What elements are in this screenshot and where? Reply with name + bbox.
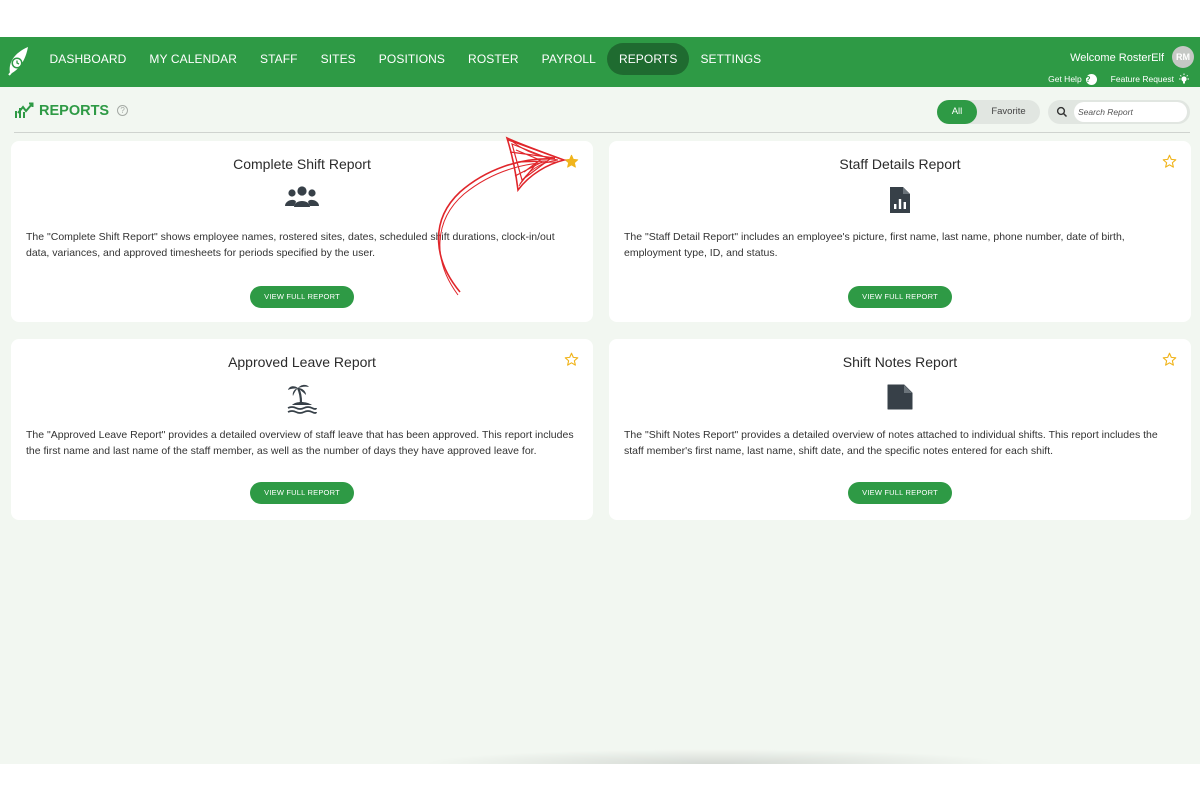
file-chart-icon [882, 185, 918, 215]
report-card-shift-notes: Shift Notes Report The "Shift Notes Repo… [609, 339, 1191, 520]
feature-request-label: Feature Request [1110, 74, 1174, 84]
nav-item-payroll[interactable]: PAYROLL [530, 43, 607, 75]
report-card-staff-details: Staff Details Report The "Staff Detail R… [609, 141, 1191, 322]
nav-item-settings[interactable]: SETTINGS [689, 43, 773, 75]
question-circle-icon: ? [1085, 73, 1097, 85]
report-card-approved-leave: Approved Leave Report The "Approved Leav… [11, 339, 593, 520]
report-title: Approved Leave Report [228, 354, 376, 370]
help-links: Get Help ? Feature Request [1048, 73, 1190, 85]
title-row: REPORTS ? All Favorite [0, 87, 1200, 132]
nav-item-positions[interactable]: POSITIONS [367, 43, 456, 75]
chart-growth-icon [15, 102, 34, 118]
report-title: Shift Notes Report [842, 354, 958, 370]
view-full-report-button[interactable]: VIEW FULL REPORT [848, 482, 952, 504]
bottom-shadow [420, 749, 1010, 764]
filter-all-button[interactable]: All [937, 100, 977, 124]
report-description: The "Complete Shift Report" shows employ… [26, 231, 555, 259]
page-title: REPORTS ? [14, 102, 129, 119]
lightbulb-icon [1179, 73, 1189, 84]
nav-item-roster[interactable]: ROSTER [457, 43, 531, 75]
page-title-text: REPORTS [39, 102, 110, 119]
view-full-report-button[interactable]: VIEW FULL REPORT [250, 482, 354, 504]
filter-toggle: All Favorite [937, 100, 1040, 124]
top-navbar: DASHBOARD MY CALENDAR STAFF SITES POSITI… [0, 37, 1200, 87]
report-description: The "Approved Leave Report" provides a d… [26, 429, 574, 457]
report-description: The "Staff Detail Report" includes an em… [624, 231, 1125, 259]
report-card-complete-shift: Complete Shift Report The "Complete Shif… [11, 141, 593, 322]
get-help-label: Get Help [1048, 74, 1082, 84]
nav-item-staff[interactable]: STAFF [249, 43, 310, 75]
report-title: Staff Details Report [839, 156, 961, 172]
nav-item-sites[interactable]: SITES [309, 43, 367, 75]
main-nav: DASHBOARD MY CALENDAR STAFF SITES POSITI… [38, 43, 773, 75]
search-box [1048, 100, 1190, 124]
star-filled-icon[interactable] [564, 154, 579, 169]
nav-item-my-calendar[interactable]: MY CALENDAR [138, 43, 249, 75]
island-icon [284, 383, 320, 414]
nav-item-reports[interactable]: REPORTS [607, 43, 689, 75]
nav-item-dashboard[interactable]: DASHBOARD [38, 43, 138, 75]
view-full-report-button[interactable]: VIEW FULL REPORT [250, 286, 354, 308]
feature-request-link[interactable]: Feature Request [1111, 73, 1190, 85]
avatar[interactable]: RM [1172, 46, 1194, 68]
report-title: Complete Shift Report [233, 156, 371, 172]
users-icon [284, 185, 320, 215]
star-outline-icon[interactable] [1162, 154, 1177, 169]
view-full-report-button[interactable]: VIEW FULL REPORT [848, 286, 952, 308]
get-help-link[interactable]: Get Help ? [1048, 73, 1097, 85]
app-frame: DASHBOARD MY CALENDAR STAFF SITES POSITI… [0, 37, 1200, 764]
rosterelf-logo-icon[interactable] [6, 43, 32, 77]
star-outline-icon[interactable] [1162, 352, 1177, 367]
title-help-icon[interactable]: ? [117, 105, 129, 116]
file-icon [882, 383, 918, 413]
divider [14, 132, 1190, 133]
welcome-text: Welcome RosterElf [1070, 52, 1164, 64]
search-input[interactable] [1074, 102, 1187, 122]
search-icon [1056, 106, 1068, 118]
report-description: The "Shift Notes Report" provides a deta… [624, 429, 1158, 457]
filter-favorite-button[interactable]: Favorite [977, 100, 1040, 124]
star-outline-icon[interactable] [564, 352, 579, 367]
